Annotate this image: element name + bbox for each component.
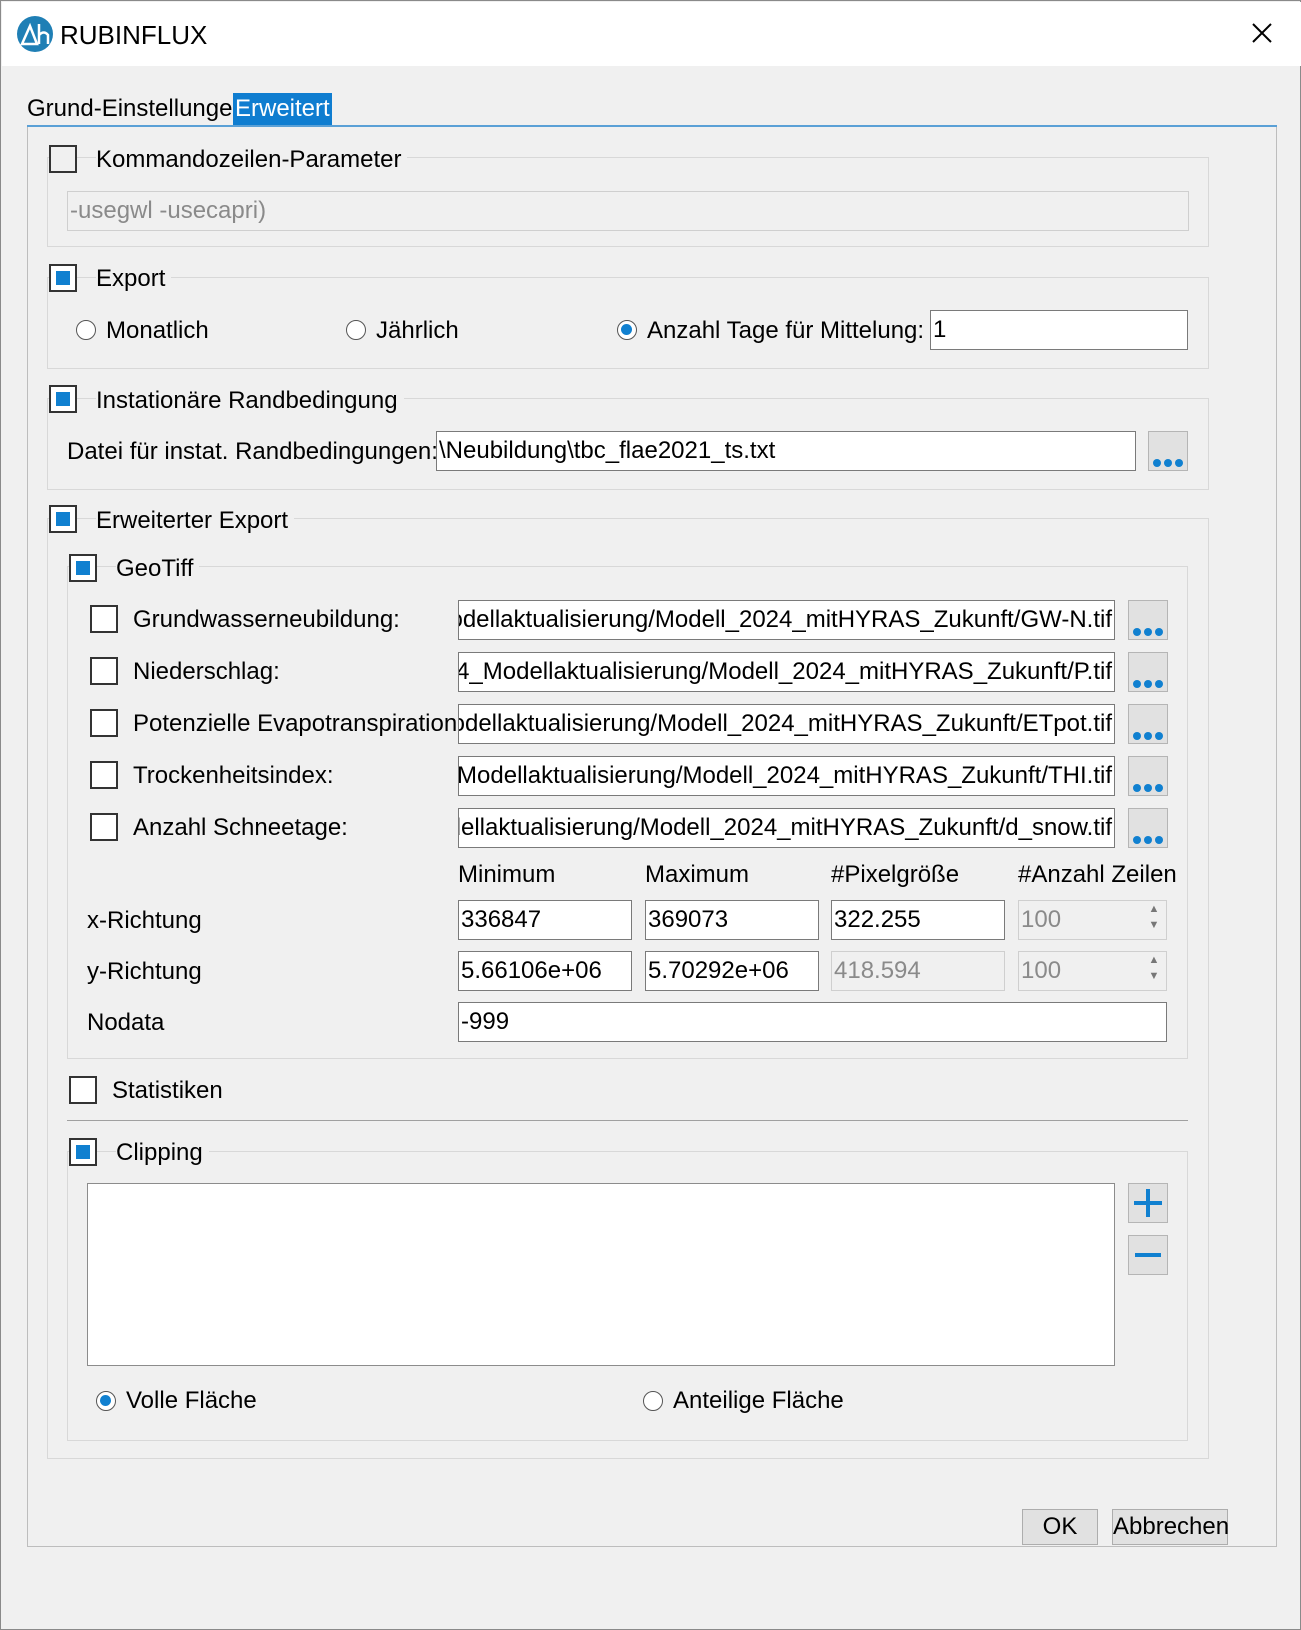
y-minimum-input[interactable]: 5.66106e+06 xyxy=(458,951,632,991)
geotiff-checkbox[interactable] xyxy=(69,554,97,582)
radio-anzahl-tage[interactable] xyxy=(617,320,637,340)
y-maximum-input[interactable]: 5.70292e+06 xyxy=(645,951,819,991)
export-checkbox[interactable] xyxy=(49,264,77,292)
radio-anzahl-tage-label: Anzahl Tage für Mittelung: xyxy=(647,317,925,344)
app-logo-icon xyxy=(17,16,53,52)
kommandozeilen-input[interactable]: -usegwl -usecapri) xyxy=(67,191,1189,231)
geotiff-row-label-etpot: Potenzielle Evapotranspiration: xyxy=(133,710,464,737)
x-minimum-input[interactable]: 336847 xyxy=(458,900,632,940)
more-dots-icon xyxy=(1133,823,1166,851)
y-anzahl-zeilen-value: 100 xyxy=(1021,957,1062,984)
nodata-label: Nodata xyxy=(87,1009,165,1036)
x-anzahl-zeilen-value: 100 xyxy=(1021,906,1062,933)
more-dots-icon xyxy=(1133,667,1166,695)
geotiff-row-checkbox-thi[interactable] xyxy=(90,761,118,789)
radio-anteilige-flaeche-label: Anteilige Fläche xyxy=(673,1387,844,1414)
more-dots-icon xyxy=(1133,719,1166,747)
geotiff-row-checkbox-snow[interactable] xyxy=(90,813,118,841)
radio-anteilige-flaeche[interactable] xyxy=(643,1391,663,1411)
minus-icon xyxy=(1135,1253,1161,1257)
geotiff-row-value-etpot: _Modellaktualisierung/Modell_2024_mitHYR… xyxy=(458,710,1112,737)
cancel-button[interactable]: Abbrechen xyxy=(1112,1509,1229,1545)
instationaer-checkbox[interactable] xyxy=(49,385,77,413)
geotiff-row-browse-gwn[interactable] xyxy=(1128,600,1168,640)
radio-jaehrlich-label: Jährlich xyxy=(376,317,459,344)
spinbox-arrows-icon[interactable]: ▲ ▼ xyxy=(1142,901,1166,939)
y-anzahl-zeilen-spinbox[interactable]: 100 ▲ ▼ xyxy=(1018,951,1167,991)
dialog-window: RUBINFLUX Grund-Einstellungen Erweitert … xyxy=(0,0,1301,1630)
y-pixelgroesse-input[interactable]: 418.594 xyxy=(831,951,1005,991)
instationaer-browse-button[interactable] xyxy=(1148,431,1188,471)
add-clipping-button[interactable] xyxy=(1128,1183,1168,1223)
radio-volle-flaeche-label: Volle Fläche xyxy=(126,1387,257,1414)
spinbox-arrows-icon[interactable]: ▲ ▼ xyxy=(1142,952,1166,990)
geotiff-row-browse-thi[interactable] xyxy=(1128,756,1168,796)
clipping-checkbox[interactable] xyxy=(69,1138,97,1166)
x-pixelgroesse-input[interactable]: 322.255 xyxy=(831,900,1005,940)
geotiff-row-browse-snow[interactable] xyxy=(1128,808,1168,848)
close-button[interactable] xyxy=(1242,14,1282,54)
grid-header-pixelgroesse: #Pixelgröße xyxy=(831,861,960,888)
geotiff-row-checkbox-gwn[interactable] xyxy=(90,605,118,633)
geotiff-row-value-gwn: _Modellaktualisierung/Modell_2024_mitHYR… xyxy=(458,606,1112,633)
geotiff-row-browse-etpot[interactable] xyxy=(1128,704,1168,744)
title-bar: RUBINFLUX xyxy=(2,2,1301,66)
geotiff-row-input-gwn[interactable]: _Modellaktualisierung/Modell_2024_mitHYR… xyxy=(458,600,1115,640)
geotiff-row-value-thi: 24_Modellaktualisierung/Modell_2024_mitH… xyxy=(458,762,1112,789)
geotiff-row-checkbox-niederschlag[interactable] xyxy=(90,657,118,685)
geotiff-row-label-gwn: Grundwasserneubildung: xyxy=(133,606,400,633)
y-richtung-label: y-Richtung xyxy=(87,958,202,985)
geotiff-label: GeoTiff xyxy=(116,554,200,584)
ok-button[interactable]: OK xyxy=(1022,1509,1098,1545)
window-title: RUBINFLUX xyxy=(60,20,208,50)
grid-header-minimum: Minimum xyxy=(458,861,556,888)
instationaer-file-label: Datei für instat. Randbedingungen: xyxy=(67,438,438,465)
close-icon xyxy=(1252,23,1272,43)
clipping-list[interactable] xyxy=(87,1183,1115,1366)
erweiterter-export-checkbox[interactable] xyxy=(49,505,77,533)
remove-clipping-button[interactable] xyxy=(1128,1235,1168,1275)
clipping-label: Clipping xyxy=(116,1138,209,1168)
geotiff-row-value-niederschlag: 2024_Modellaktualisierung/Modell_2024_mi… xyxy=(458,658,1112,685)
instationaer-label: Instationäre Randbedingung xyxy=(96,386,404,416)
anzahl-tage-input[interactable]: 1 xyxy=(930,310,1188,350)
radio-jaehrlich[interactable] xyxy=(346,320,366,340)
instationaer-file-input[interactable]: \Neubildung\tbc_flae2021_ts.txt xyxy=(436,431,1136,471)
export-label: Export xyxy=(96,264,172,294)
x-maximum-input[interactable]: 369073 xyxy=(645,900,819,940)
geotiff-row-input-niederschlag[interactable]: 2024_Modellaktualisierung/Modell_2024_mi… xyxy=(458,652,1115,692)
statistiken-label: Statistiken xyxy=(112,1077,223,1104)
divider xyxy=(67,1120,1188,1121)
more-dots-icon xyxy=(1153,446,1186,474)
x-richtung-label: x-Richtung xyxy=(87,907,202,934)
grid-header-anzahl-zeilen: #Anzahl Zeilen xyxy=(1018,861,1177,888)
geotiff-row-browse-niederschlag[interactable] xyxy=(1128,652,1168,692)
geotiff-row-input-snow[interactable]: Modellaktualisierung/Modell_2024_mitHYRA… xyxy=(458,808,1115,848)
x-anzahl-zeilen-spinbox[interactable]: 100 ▲ ▼ xyxy=(1018,900,1167,940)
radio-monatlich[interactable] xyxy=(76,320,96,340)
kommandozeilen-checkbox[interactable] xyxy=(49,145,77,173)
nodata-input[interactable]: -999 xyxy=(458,1002,1167,1042)
tab-erweitert[interactable]: Erweitert xyxy=(233,93,332,125)
more-dots-icon xyxy=(1133,615,1166,643)
more-dots-icon xyxy=(1133,771,1166,799)
geotiff-row-label-thi: Trockenheitsindex: xyxy=(133,762,334,789)
radio-monatlich-label: Monatlich xyxy=(106,317,209,344)
radio-volle-flaeche[interactable] xyxy=(96,1391,116,1411)
grid-header-maximum: Maximum xyxy=(645,861,750,888)
geotiff-row-checkbox-etpot[interactable] xyxy=(90,709,118,737)
geotiff-row-input-etpot[interactable]: _Modellaktualisierung/Modell_2024_mitHYR… xyxy=(458,704,1115,744)
kommandozeilen-label: Kommandozeilen-Parameter xyxy=(96,145,408,175)
tab-grund-einstellungen[interactable]: Grund-Einstellungen xyxy=(27,93,246,125)
geotiff-row-label-niederschlag: Niederschlag: xyxy=(133,658,280,685)
plus-icon xyxy=(1134,1189,1162,1217)
erweiterter-export-label: Erweiterter Export xyxy=(96,506,295,536)
geotiff-row-label-snow: Anzahl Schneetage: xyxy=(133,814,348,841)
geotiff-row-input-thi[interactable]: 24_Modellaktualisierung/Modell_2024_mitH… xyxy=(458,756,1115,796)
statistiken-checkbox[interactable] xyxy=(69,1076,97,1104)
geotiff-row-value-snow: Modellaktualisierung/Modell_2024_mitHYRA… xyxy=(458,814,1112,841)
